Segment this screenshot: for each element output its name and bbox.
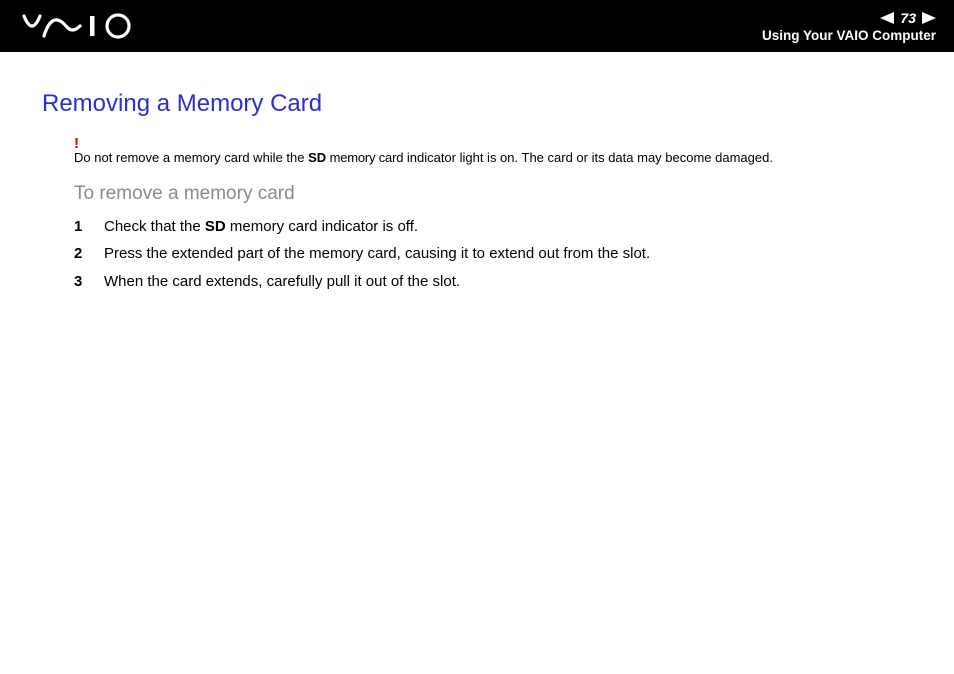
steps-list: 1 Check that the SD memory card indicato…: [42, 215, 912, 293]
step-number: 1: [74, 215, 86, 238]
page-content: Removing a Memory Card ! Do not remove a…: [0, 52, 954, 293]
header-bar: 73 Using Your VAIO Computer: [0, 0, 954, 52]
warning-text-post: indicator light is on. The card or its d…: [403, 150, 773, 165]
warning-text-bold: SD: [308, 150, 326, 165]
step-item: 2 Press the extended part of the memory …: [74, 242, 912, 265]
page-navigator: 73: [880, 10, 936, 26]
step-number: 3: [74, 270, 86, 293]
step-text: Press the extended part of the memory ca…: [104, 242, 650, 265]
section-label: Using Your VAIO Computer: [762, 28, 936, 43]
step-item: 1 Check that the SD memory card indicato…: [74, 215, 912, 238]
step-text: When the card extends, carefully pull it…: [104, 270, 460, 293]
warning-text-cond: memory card: [326, 150, 403, 165]
sub-title: To remove a memory card: [42, 183, 912, 205]
step-text-pre: Check that the: [104, 218, 205, 235]
step-text-bold: SD: [205, 218, 226, 235]
step-text-post: memory card indicator is off.: [226, 218, 418, 235]
vaio-logo: [22, 12, 142, 40]
step-number: 2: [74, 242, 86, 265]
page-number: 73: [898, 10, 918, 26]
warning-text: Do not remove a memory card while the SD…: [74, 150, 773, 165]
prev-page-arrow-icon[interactable]: [880, 12, 894, 24]
header-right: 73 Using Your VAIO Computer: [762, 10, 936, 43]
step-item: 3 When the card extends, carefully pull …: [74, 270, 912, 293]
next-page-arrow-icon[interactable]: [922, 12, 936, 24]
warning-text-pre: Do not remove a memory card while the: [74, 150, 308, 165]
warning-icon: !: [74, 136, 912, 151]
page-title: Removing a Memory Card: [42, 90, 912, 118]
warning-block: ! Do not remove a memory card while the …: [42, 136, 912, 167]
step-text: Check that the SD memory card indicator …: [104, 215, 418, 238]
